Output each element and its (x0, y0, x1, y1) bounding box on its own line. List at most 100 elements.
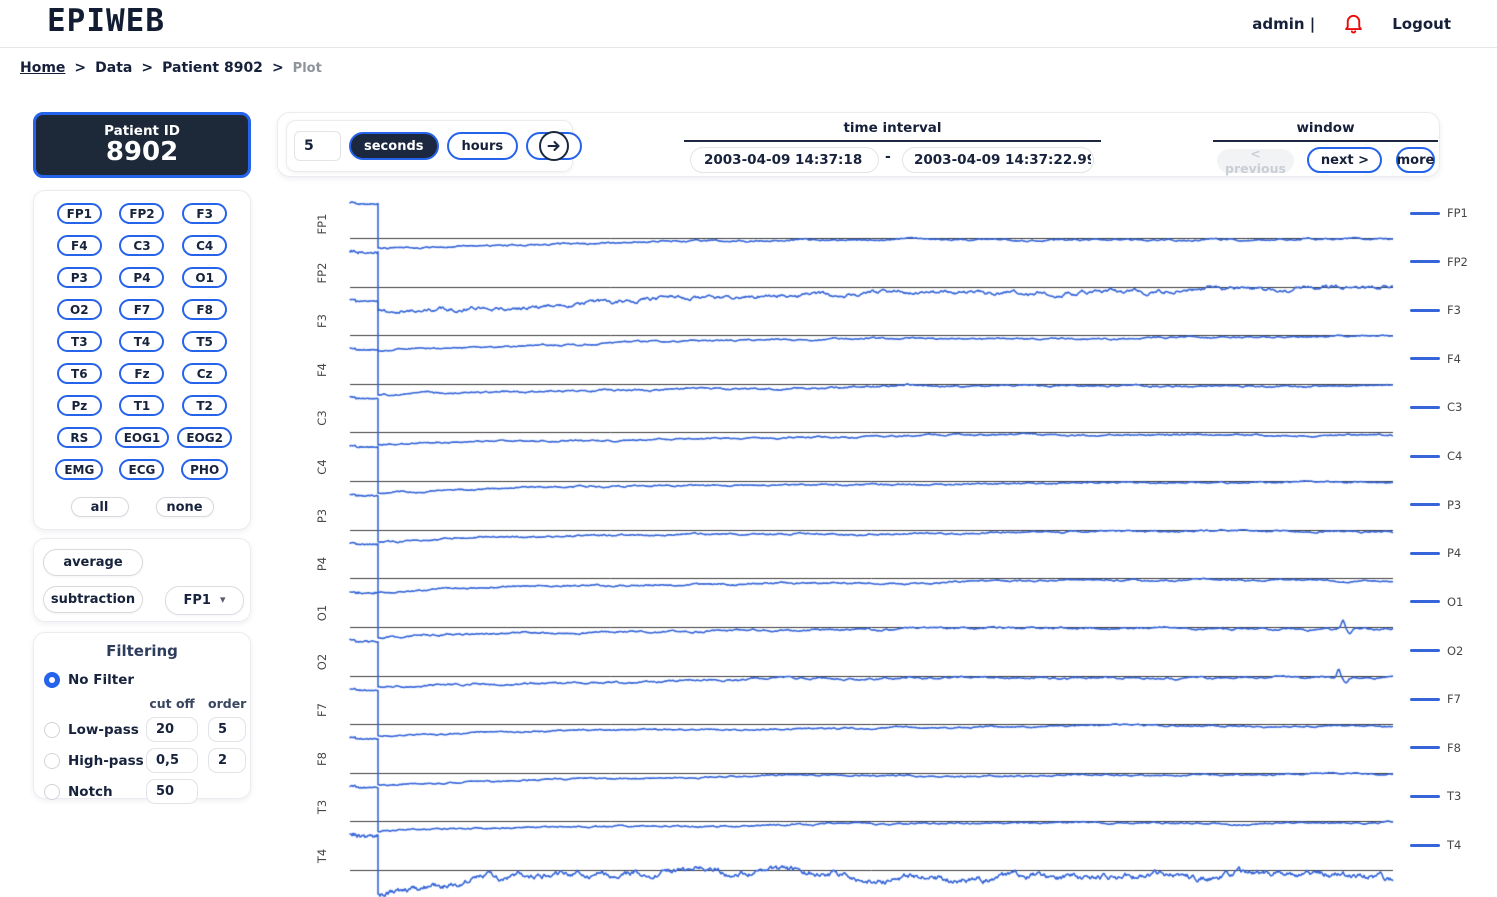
legend-item-p4: P4 (1410, 545, 1461, 561)
electrode-button-o2[interactable]: O2 (56, 299, 102, 320)
high-pass-order-input[interactable] (208, 748, 246, 773)
notch-radio[interactable] (44, 783, 60, 800)
window-title: window (1296, 120, 1355, 136)
electrode-button-c4[interactable]: C4 (182, 235, 228, 256)
legend-label: O2 (1447, 643, 1464, 658)
select-all-none-row: all none (34, 497, 250, 517)
legend-dash-icon (1410, 746, 1440, 750)
legend-item-p3: P3 (1410, 497, 1461, 513)
electrode-button-eog2[interactable]: EOG2 (177, 427, 232, 448)
controls-bar: secondshoursday time interval - window <… (277, 112, 1440, 177)
legend-label: P4 (1447, 546, 1462, 561)
subtraction-channel-value: FP1 (183, 593, 211, 608)
legend-item-o2: O2 (1410, 643, 1463, 659)
channel-label-f8: F8 (315, 751, 329, 766)
channel-label-fp1: FP1 (315, 213, 329, 235)
legend-dash-icon (1410, 649, 1440, 653)
window-size-input[interactable] (294, 131, 341, 161)
select-none-button[interactable]: none (155, 497, 214, 517)
filtering-title: Filtering (106, 642, 178, 660)
no-filter-row: No Filter (34, 667, 250, 692)
electrode-grid: FP1 FP2 F3 F4 C3 C4 P3 P4 O1 O2 F7 F8 T3 T4 T5 T6 Fz Cz Pz… (34, 203, 250, 480)
channel-label-o1: O1 (315, 604, 329, 622)
breadcrumb-data[interactable]: Data (95, 60, 132, 76)
legend-label: FP2 (1447, 254, 1468, 269)
channel-label-p3: P3 (315, 508, 329, 523)
legend-dash-icon (1410, 405, 1440, 409)
electrode-button-p4[interactable]: P4 (119, 267, 165, 288)
unit-button-seconds[interactable]: seconds (349, 132, 439, 160)
electrode-button-p3[interactable]: P3 (56, 267, 102, 288)
time-interval-title: time interval (843, 120, 942, 136)
high-pass-cutoff-input[interactable] (146, 748, 198, 773)
interval-separator: - (885, 149, 891, 165)
electrode-button-f7[interactable]: F7 (119, 299, 165, 320)
apply-window-button[interactable] (539, 131, 569, 161)
electrode-button-f8[interactable]: F8 (182, 299, 228, 320)
legend-label: C3 (1447, 400, 1463, 415)
cutoff-header: cut off (149, 696, 195, 711)
legend-dash-icon (1410, 503, 1440, 507)
patient-id-card: Patient ID 8902 (33, 112, 251, 178)
legend-dash-icon (1410, 697, 1440, 701)
no-filter-radio[interactable] (44, 671, 60, 688)
electrode-button-fz[interactable]: Fz (119, 363, 165, 384)
legend-item-fp1: FP1 (1410, 205, 1468, 221)
select-all-button[interactable]: all (70, 497, 129, 517)
subtraction-button[interactable]: subtraction (43, 586, 143, 613)
legend-label: T4 (1447, 838, 1462, 853)
order-header: order (208, 696, 247, 711)
interval-start-input[interactable] (690, 147, 879, 173)
electrode-button-emg[interactable]: EMG (55, 459, 104, 480)
no-filter-label: No Filter (68, 671, 135, 688)
electrode-button-t2[interactable]: T2 (182, 395, 228, 416)
logout-button[interactable]: Logout (1392, 15, 1451, 33)
chevron-down-icon: ▾ (219, 593, 226, 606)
electrode-button-t6[interactable]: T6 (56, 363, 102, 384)
legend-item-o1: O1 (1410, 594, 1463, 610)
electrode-button-fp2[interactable]: FP2 (119, 203, 165, 224)
subtraction-channel-select[interactable]: FP1 ▾ (165, 586, 244, 615)
legend-dash-icon (1410, 794, 1440, 798)
electrode-button-pho[interactable]: PHO (181, 459, 229, 480)
next-window-button[interactable]: next > (1307, 147, 1382, 173)
legend-dash-icon (1410, 211, 1440, 215)
high-pass-radio[interactable] (44, 752, 60, 769)
notch-cutoff-input[interactable] (146, 779, 198, 804)
legend-dash-icon (1410, 600, 1440, 604)
electrode-button-f4[interactable]: F4 (56, 235, 102, 256)
legend-label: P3 (1447, 497, 1462, 512)
electrode-button-t1[interactable]: T1 (119, 395, 165, 416)
average-button[interactable]: average (43, 549, 143, 576)
electrode-button-pz[interactable]: Pz (56, 395, 102, 416)
electrode-button-rs[interactable]: RS (56, 427, 102, 448)
time-interval-underline (684, 140, 1101, 142)
electrode-button-o1[interactable]: O1 (182, 267, 228, 288)
legend-item-t4: T4 (1410, 837, 1461, 853)
electrode-button-cz[interactable]: Cz (182, 363, 228, 384)
breadcrumb-patient[interactable]: Patient 8902 (162, 60, 263, 76)
low-pass-cutoff-input[interactable] (146, 717, 198, 742)
legend-label: T3 (1447, 789, 1462, 804)
interval-end-input[interactable] (902, 147, 1094, 173)
channel-label-c3: C3 (315, 410, 329, 427)
electrode-button-ecg[interactable]: ECG (119, 459, 165, 480)
electrode-button-t3[interactable]: T3 (56, 331, 102, 352)
previous-window-button[interactable]: < previous (1217, 146, 1294, 176)
channel-label-c4: C4 (315, 459, 329, 475)
channel-label-f4: F4 (315, 362, 329, 377)
electrode-button-t4[interactable]: T4 (119, 331, 165, 352)
app-root: EPIWEB admin | Logout Home > Data > Pati… (0, 0, 1497, 897)
legend-dash-icon (1410, 308, 1440, 312)
electrode-button-t5[interactable]: T5 (182, 331, 228, 352)
notifications-bell-icon[interactable] (1342, 12, 1365, 35)
unit-button-hours[interactable]: hours (446, 132, 519, 160)
low-pass-order-input[interactable] (208, 717, 246, 742)
electrode-button-f3[interactable]: F3 (182, 203, 228, 224)
breadcrumb-home[interactable]: Home (20, 60, 65, 76)
electrode-button-c3[interactable]: C3 (119, 235, 165, 256)
electrode-button-fp1[interactable]: FP1 (56, 203, 102, 224)
low-pass-radio[interactable] (44, 721, 60, 738)
electrode-button-eog1[interactable]: EOG1 (114, 427, 170, 448)
more-button[interactable]: more (1396, 147, 1435, 173)
